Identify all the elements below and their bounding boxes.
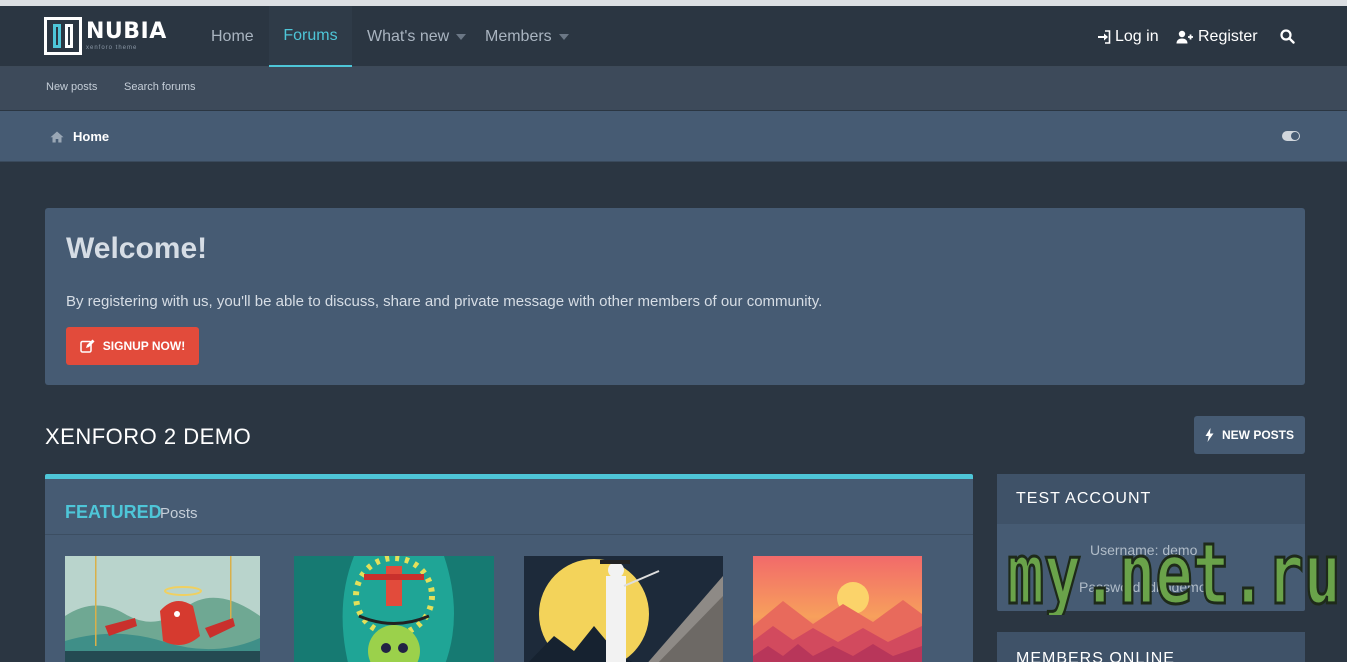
- watermark-text: my.net.ru: [1007, 525, 1341, 615]
- chevron-down-icon[interactable]: [456, 33, 467, 40]
- featured-thumbnail[interactable]: [524, 556, 723, 662]
- logo-tagline: xenforo theme: [86, 45, 138, 51]
- featured-thumbnail[interactable]: [753, 556, 922, 662]
- members-online-card: MEMBERS ONLINE: [997, 632, 1305, 662]
- login-link[interactable]: Log in: [1097, 6, 1159, 67]
- tab-whats-new[interactable]: What's new: [367, 6, 467, 67]
- user-plus-icon: [1176, 30, 1193, 43]
- sign-in-icon: [1098, 29, 1111, 44]
- home-icon: [50, 131, 64, 142]
- bolt-icon: [1205, 428, 1214, 442]
- tab-home[interactable]: Home: [211, 6, 254, 67]
- search-forums-link[interactable]: Search forums: [124, 81, 196, 93]
- sub-navigation: New posts Search forums: [0, 67, 1347, 110]
- breadcrumb: Home: [0, 111, 1347, 162]
- featured-thumbnail[interactable]: [65, 556, 260, 662]
- thumbnail-image: [294, 556, 494, 662]
- test-account-title: TEST ACCOUNT: [997, 474, 1305, 524]
- page-title: XENFORO 2 DEMO: [45, 424, 252, 449]
- thumbnail-image: [65, 556, 260, 662]
- featured-header: FEATURED Posts: [45, 479, 973, 535]
- members-online-title: MEMBERS ONLINE: [997, 632, 1305, 662]
- thumbnail-image: [524, 556, 723, 662]
- chevron-down-icon[interactable]: [558, 33, 569, 40]
- tab-members[interactable]: Members: [485, 6, 569, 67]
- thumbnail-image: [753, 556, 922, 662]
- featured-posts-block: FEATURED Posts: [45, 474, 973, 662]
- style-toggle[interactable]: [1282, 131, 1300, 141]
- welcome-title: Welcome!: [66, 232, 208, 265]
- new-posts-link[interactable]: New posts: [46, 81, 97, 93]
- featured-thumbnail[interactable]: [294, 556, 494, 662]
- logo-icon: [44, 17, 82, 55]
- breadcrumb-home[interactable]: Home: [50, 129, 109, 144]
- welcome-text: By registering with us, you'll be able t…: [66, 293, 823, 310]
- site-logo[interactable]: NUBIA xenforo theme: [44, 16, 167, 56]
- featured-subtitle: Posts: [160, 505, 198, 522]
- tab-forums[interactable]: Forums: [269, 6, 352, 67]
- new-posts-button[interactable]: NEW POSTS: [1194, 416, 1305, 454]
- edit-icon: [80, 339, 95, 353]
- signup-button[interactable]: SIGNUP NOW!: [66, 327, 199, 365]
- watermark: my.net.ru: [1006, 525, 1343, 615]
- logo-wordmark: NUBIA: [86, 19, 167, 44]
- welcome-notice: Welcome! By registering with us, you'll …: [45, 208, 1305, 385]
- register-link[interactable]: Register: [1176, 6, 1258, 67]
- search-button[interactable]: [1280, 6, 1295, 67]
- featured-title: FEATURED: [65, 502, 162, 522]
- top-navigation: NUBIA xenforo theme Home Forums What's n…: [0, 6, 1347, 67]
- search-icon: [1280, 29, 1295, 44]
